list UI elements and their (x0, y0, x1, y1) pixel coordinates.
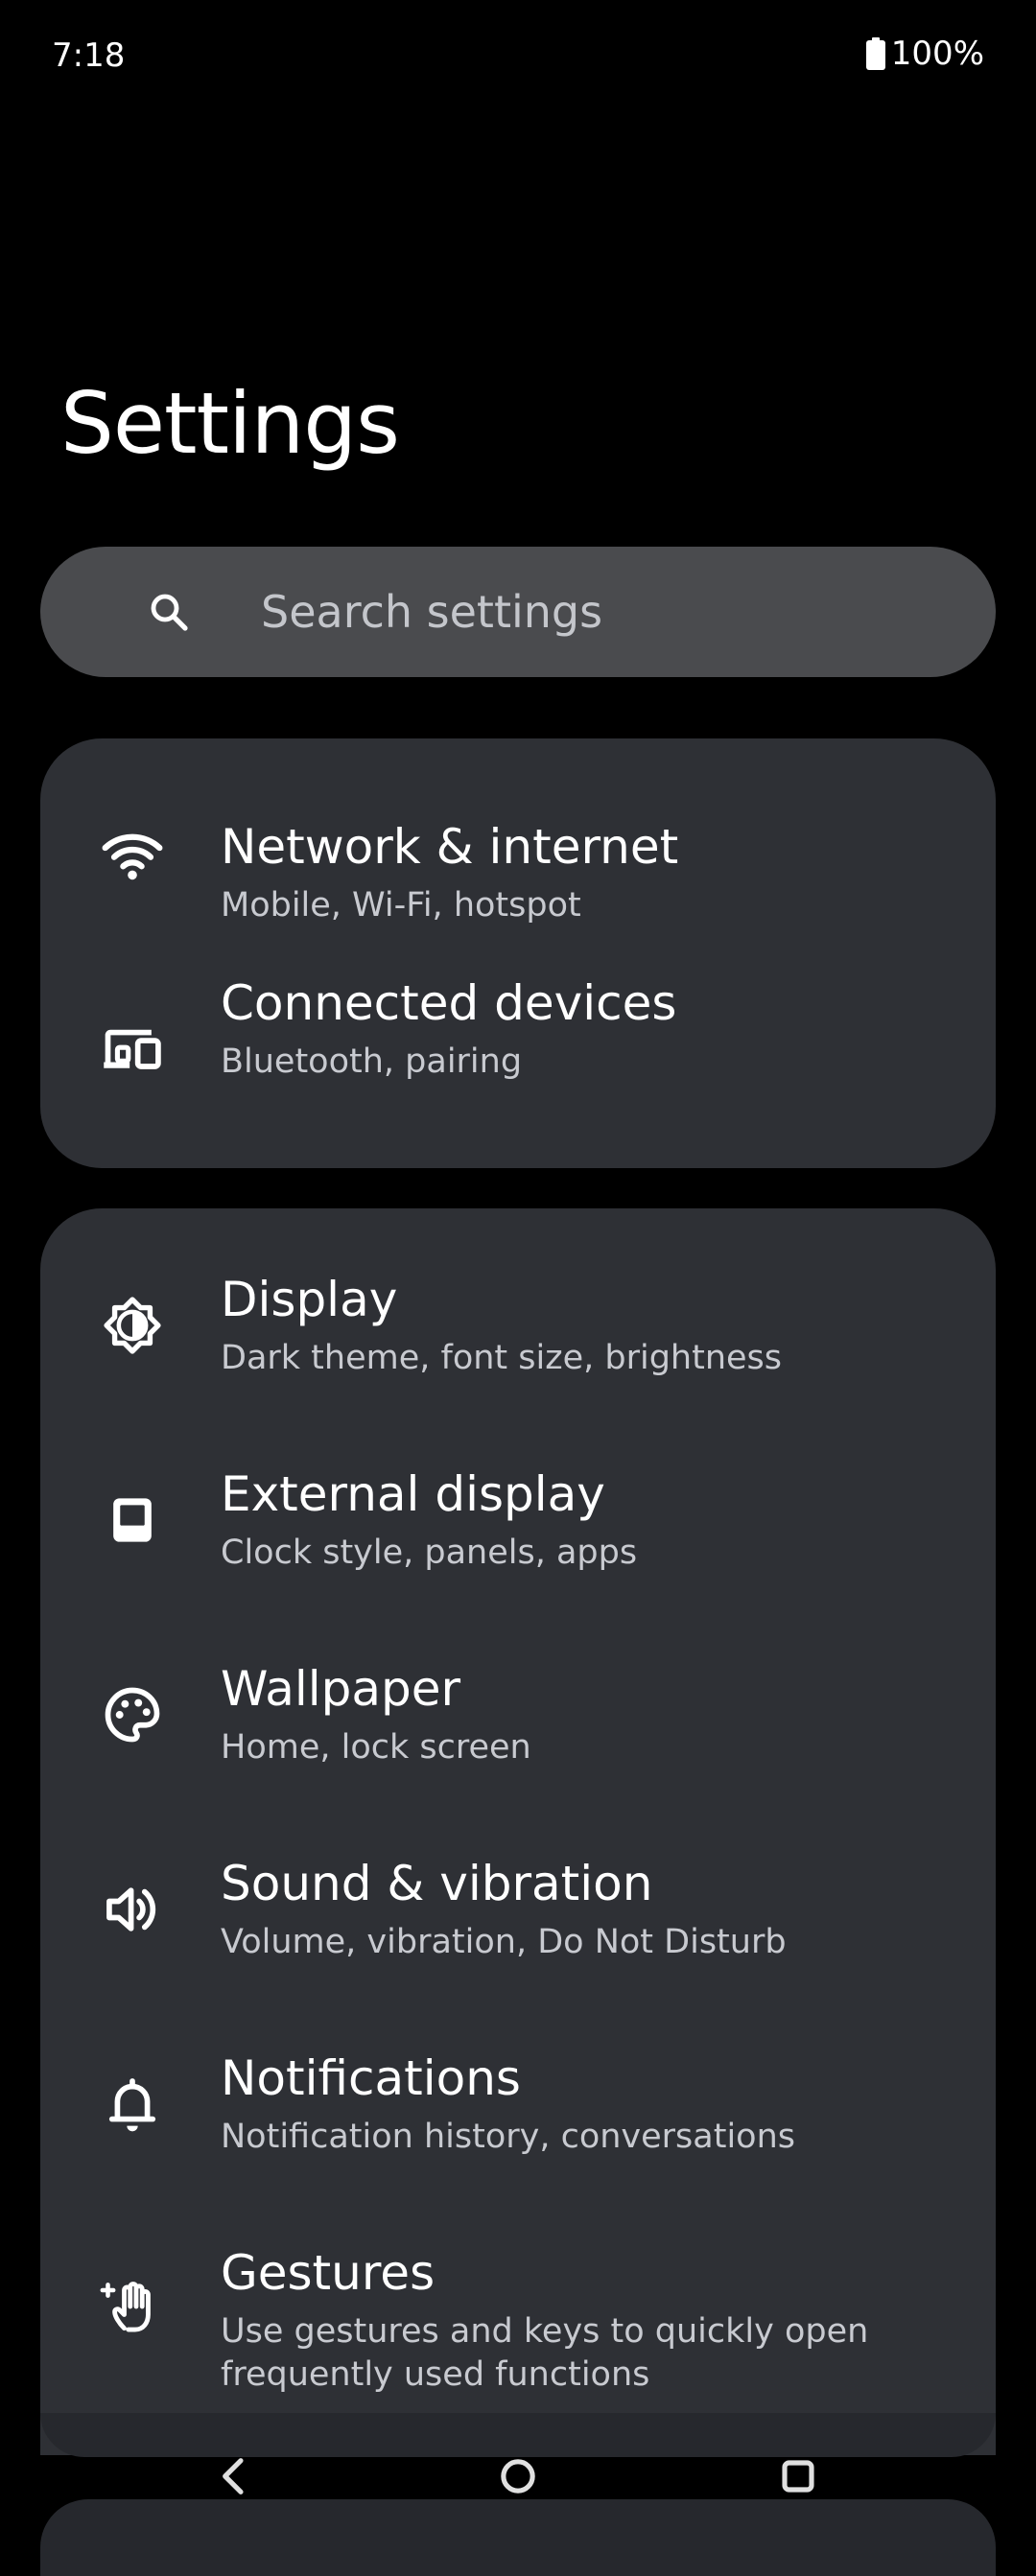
settings-group-connectivity: Network & internet Mobile, Wi-Fi, hotspo… (40, 738, 996, 1168)
gesture-hand-icon (100, 2282, 151, 2332)
setting-sound-vibration[interactable]: Sound & vibration Volume, vibration, Do … (40, 1812, 996, 2006)
setting-subtitle: Use gestures and keys to quickly open fr… (221, 2312, 869, 2394)
setting-subtitle: Home, lock screen (221, 1728, 531, 1767)
wifi-icon (102, 833, 163, 879)
setting-title: Connected devices (221, 975, 677, 1031)
setting-connected-devices[interactable]: Connected devices Bluetooth, pairing (40, 952, 996, 1147)
recents-icon[interactable] (771, 2449, 825, 2503)
speaker-icon (106, 1886, 156, 1932)
setting-display[interactable]: Display Dark theme, font size, brightnes… (40, 1228, 996, 1422)
setting-title: Notifications (221, 2050, 521, 2106)
navigation-bar (0, 2436, 1036, 2513)
status-right: 100% (865, 35, 984, 73)
setting-subtitle: Bluetooth, pairing (221, 1042, 523, 1081)
setting-title: Gestures (221, 2245, 436, 2301)
setting-network-internet[interactable]: Network & internet Mobile, Wi-Fi, hotspo… (40, 758, 996, 952)
setting-external-display[interactable]: External display Clock style, panels, ap… (40, 1422, 996, 1617)
search-input[interactable] (261, 547, 952, 677)
settings-group-device: Display Dark theme, font size, brightnes… (40, 1208, 996, 2455)
setting-gestures[interactable]: Gestures Use gestures and keys to quickl… (40, 2201, 996, 2431)
battery-level: 100% (890, 35, 984, 73)
status-bar: 7:18 100% (0, 0, 1036, 115)
back-icon[interactable] (207, 2449, 261, 2503)
setting-notifications[interactable]: Notifications Notification history, conv… (40, 2006, 996, 2201)
battery-icon (865, 37, 885, 70)
setting-subtitle: Mobile, Wi-Fi, hotspot (221, 886, 581, 925)
setting-title: External display (221, 1466, 605, 1522)
search-icon (151, 594, 188, 631)
setting-subtitle: Notification history, conversations (221, 2118, 796, 2156)
status-time: 7:18 (52, 36, 126, 75)
setting-title: Sound & vibration (221, 1856, 653, 1911)
page-title: Settings (60, 374, 400, 473)
setting-subtitle: Dark theme, font size, brightness (221, 1339, 783, 1377)
brightness-icon (104, 1296, 161, 1354)
home-icon[interactable] (491, 2449, 545, 2503)
palette-icon (105, 1687, 160, 1742)
devices-icon (104, 1029, 161, 1069)
search-bar[interactable] (40, 547, 996, 677)
external-display-icon (113, 1497, 152, 1542)
setting-title: Wallpaper (221, 1661, 461, 1717)
setting-wallpaper[interactable]: Wallpaper Home, lock screen (40, 1617, 996, 1812)
bell-icon (108, 2077, 156, 2131)
setting-subtitle: Clock style, panels, apps (221, 1534, 638, 1572)
setting-title: Display (221, 1272, 398, 1327)
setting-subtitle: Volume, vibration, Do Not Disturb (221, 1923, 787, 1961)
setting-title: Network & internet (221, 819, 679, 875)
